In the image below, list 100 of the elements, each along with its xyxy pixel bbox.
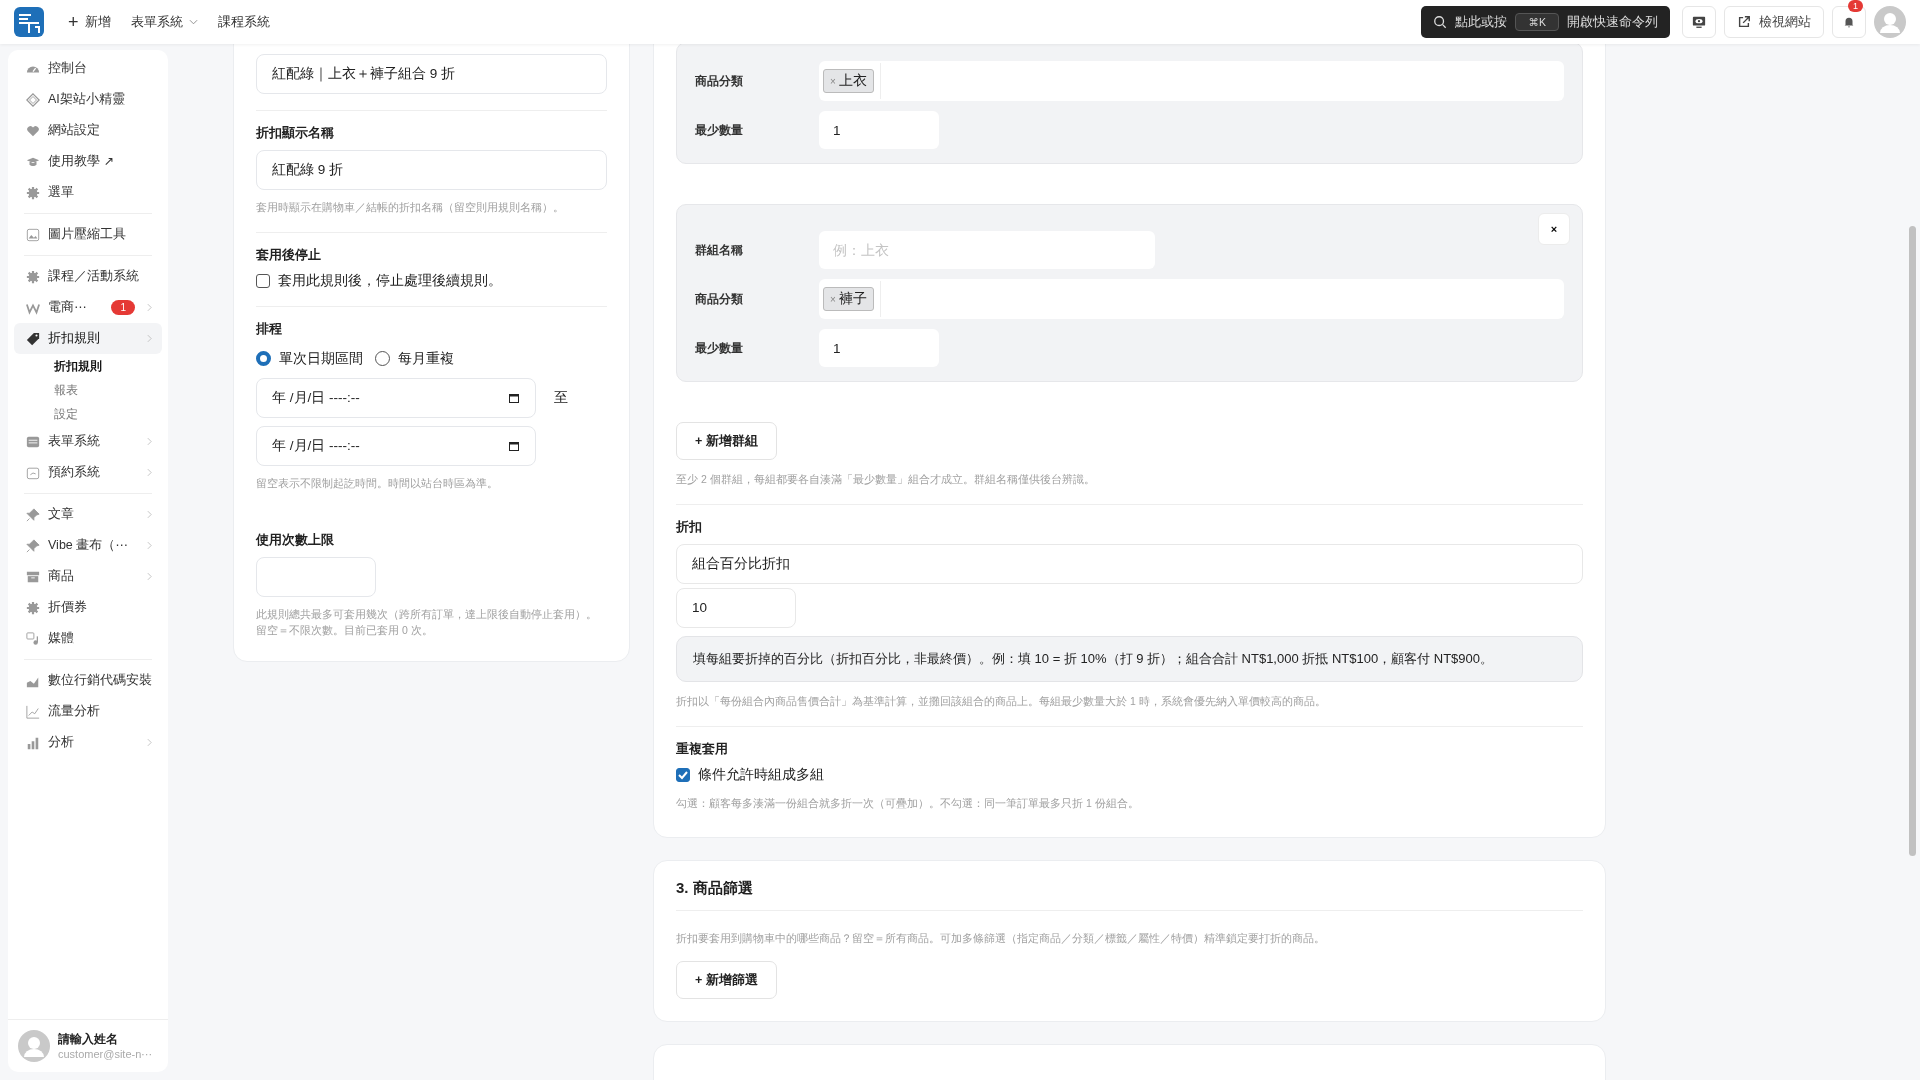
field-label: 最少數量 xyxy=(695,121,744,139)
help-text: 折扣以「每份組合內商品售價合計」為基準計算，並攤回該組合的商品上。每組最少數量大於 1 時，系統會優先納入單價較高的商品。 xyxy=(676,693,1326,709)
sidebar-item[interactable]: AI架站小精靈 xyxy=(14,84,162,115)
gear-icon xyxy=(26,185,40,200)
sidebar-item[interactable]: 課程／活動系統 xyxy=(14,261,162,292)
help-text: 留空表示不限制起訖時間。時間以站台時區為準。 xyxy=(256,475,498,491)
calendar-icon[interactable] xyxy=(508,391,520,404)
category-tag[interactable]: × 褲子 xyxy=(823,287,874,311)
sidebar-subitem[interactable]: 折扣規則 xyxy=(14,354,162,378)
checkbox[interactable] xyxy=(676,767,690,782)
sidebar-item[interactable]: 網站設定 xyxy=(14,115,162,146)
field-label: 商品分類 xyxy=(695,290,744,308)
gear-icon xyxy=(26,269,40,284)
sidebar-item[interactable]: Vibe 畫布（⋯ xyxy=(14,530,162,561)
sidebar-item[interactable]: 折價券 xyxy=(14,592,162,623)
sidebar-subitem[interactable]: 報表 xyxy=(14,378,162,402)
search-icon xyxy=(1433,15,1448,29)
quantity-field[interactable]: 1 xyxy=(819,329,939,367)
field-label: 群組名稱 xyxy=(695,241,744,259)
sidebar-item[interactable]: 流量分析 xyxy=(14,696,162,727)
image-icon xyxy=(26,227,40,242)
field-label: 使用次數上限 xyxy=(256,531,334,549)
help-text: 套用時顯示在購物車／結帳的折扣名稱（留空則用規則名稱）。 xyxy=(256,200,564,215)
section-title: 3. 商品篩選 xyxy=(676,879,753,899)
category-tag-field[interactable]: × 上衣 xyxy=(819,61,1564,101)
remove-group-button[interactable]: × xyxy=(1538,213,1570,245)
discount-type-select[interactable]: 組合百分比折扣 xyxy=(676,543,1583,584)
discount-amount-field[interactable]: 10 xyxy=(676,587,796,628)
end-date-field[interactable]: 年 /月/日 ----:-- xyxy=(256,425,536,466)
count-badge: 1 xyxy=(111,300,135,315)
sidebar-item[interactable]: 表單系統 xyxy=(14,426,162,457)
form-icon xyxy=(26,434,40,449)
sidebar-item[interactable]: 使用教學 ↗ xyxy=(14,146,162,177)
help-text: 至少 2 個群組，每組都要各自湊滿「最少數量」組合才成立。群組名稱僅供後台辨識。 xyxy=(676,472,1095,487)
sidebar-item[interactable]: 預約系統 xyxy=(14,457,162,488)
checkbox-label: 條件允許時組成多組 xyxy=(698,765,824,784)
range-separator: 至 xyxy=(554,388,568,407)
sidebar-item[interactable]: 電商⋯ 1 xyxy=(14,292,162,323)
command-palette-button[interactable]: 點此或按 ⌘K 開啟快速命令列 xyxy=(1421,6,1670,38)
sidebar-item[interactable]: 選單 xyxy=(14,177,162,208)
user-name: 請輸入姓名 xyxy=(58,1031,119,1048)
sidebar-subitem[interactable]: 設定 xyxy=(14,402,162,426)
sidebar-item[interactable]: 圖片壓縮工具 xyxy=(14,219,162,250)
box-icon xyxy=(26,569,40,584)
help-text: 此規則總共最多可套用幾次（跨所有訂單，達上限後自動停止套用）。 留空＝不限次數。目前已套用 0 次。 xyxy=(256,606,597,639)
new-button[interactable]: + 新增 xyxy=(68,13,111,31)
field-label: 重複套用 xyxy=(676,740,728,758)
line-chart-icon xyxy=(26,704,40,719)
radio-label: 單次日期區間 xyxy=(279,349,363,368)
checkbox[interactable] xyxy=(256,273,270,288)
sidebar-item[interactable]: 折扣規則 xyxy=(14,323,162,354)
media-icon xyxy=(26,631,40,646)
field-label: 套用後停止 xyxy=(256,246,321,264)
field-label: 折扣 xyxy=(676,518,702,536)
rule-name-field[interactable]: 紅配綠｜上衣＋褲子組合 9 折 xyxy=(256,54,607,94)
notification-badge: 1 xyxy=(1848,0,1863,12)
display-name-field[interactable]: 紅配綠 9 折 xyxy=(256,150,607,190)
add-group-button[interactable]: + 新增群組 xyxy=(676,422,777,460)
sidebar-item[interactable]: 媒體 xyxy=(14,623,162,654)
sidebar-item[interactable]: 分析 xyxy=(14,727,162,758)
calendar-icon[interactable] xyxy=(508,439,520,452)
pin-icon xyxy=(26,538,40,553)
logo-icon[interactable] xyxy=(14,7,44,37)
category-tag[interactable]: × 上衣 xyxy=(823,69,874,93)
diamond-icon xyxy=(26,92,40,107)
pin-icon xyxy=(26,507,40,522)
bar-chart-icon xyxy=(26,735,40,750)
tag-icon xyxy=(26,331,40,346)
radio-label: 每月重複 xyxy=(398,349,454,368)
heart-icon xyxy=(26,123,40,138)
external-link-icon xyxy=(1737,15,1751,29)
sidebar-item[interactable]: 控制台 xyxy=(14,53,162,84)
menu-link[interactable]: 表單系統 xyxy=(130,13,198,31)
start-date-field[interactable]: 年 /月/日 ----:-- xyxy=(256,377,536,418)
add-filter-button[interactable]: + 新增篩選 xyxy=(676,961,777,1000)
preview-button[interactable] xyxy=(1682,6,1716,38)
bell-icon xyxy=(1842,15,1856,29)
info-box: 填每組要折掉的百分比（折扣百分比，非最終價）。例：填 10 = 折 10%（打 9 折）；組合合計 NT$1,000 折抵 NT$100，顧客付 NT$900。 xyxy=(676,635,1583,682)
quantity-field[interactable]: 1 xyxy=(819,111,939,149)
field-label: 排程 xyxy=(256,320,282,338)
field-label: 商品分類 xyxy=(695,72,744,90)
sidebar-item[interactable]: 數位行銷代碼安裝 xyxy=(14,665,162,696)
gear-icon xyxy=(26,600,40,615)
sidebar-item[interactable]: 文章 xyxy=(14,499,162,530)
radio-button[interactable] xyxy=(256,351,271,367)
field-label: 最少數量 xyxy=(695,339,744,357)
checkbox-label: 套用此規則後，停止處理後續規則。 xyxy=(278,271,502,290)
sidebar-item[interactable]: 商品 xyxy=(14,561,162,592)
view-site-button[interactable]: 檢視網站 xyxy=(1724,6,1824,38)
calendar-icon xyxy=(26,465,40,480)
category-tag-field[interactable]: × 褲子 xyxy=(819,279,1564,319)
menu-link[interactable]: 課程系統 xyxy=(217,13,270,31)
field-label: 折扣顯示名稱 xyxy=(256,125,334,142)
usage-limit-field[interactable] xyxy=(256,556,376,597)
monitor-eye-icon xyxy=(1692,15,1706,29)
help-text: 折扣要套用到購物車中的哪些商品？留空＝所有商品。可加多條篩選（指定商品／分類／標籤／屬性／特價）精準鎖定要打折的商品。 xyxy=(676,931,1325,947)
help-text: 勾選：顧客每多湊滿一份組合就多折一次（可疊加）。不勾選：同一筆訂單最多只折 1 份組合。 xyxy=(676,795,1139,811)
avatar-icon xyxy=(18,1030,50,1062)
scrollbar-thumb[interactable] xyxy=(1909,226,1916,856)
user-email: customer@site-n⋯ xyxy=(58,1048,153,1061)
